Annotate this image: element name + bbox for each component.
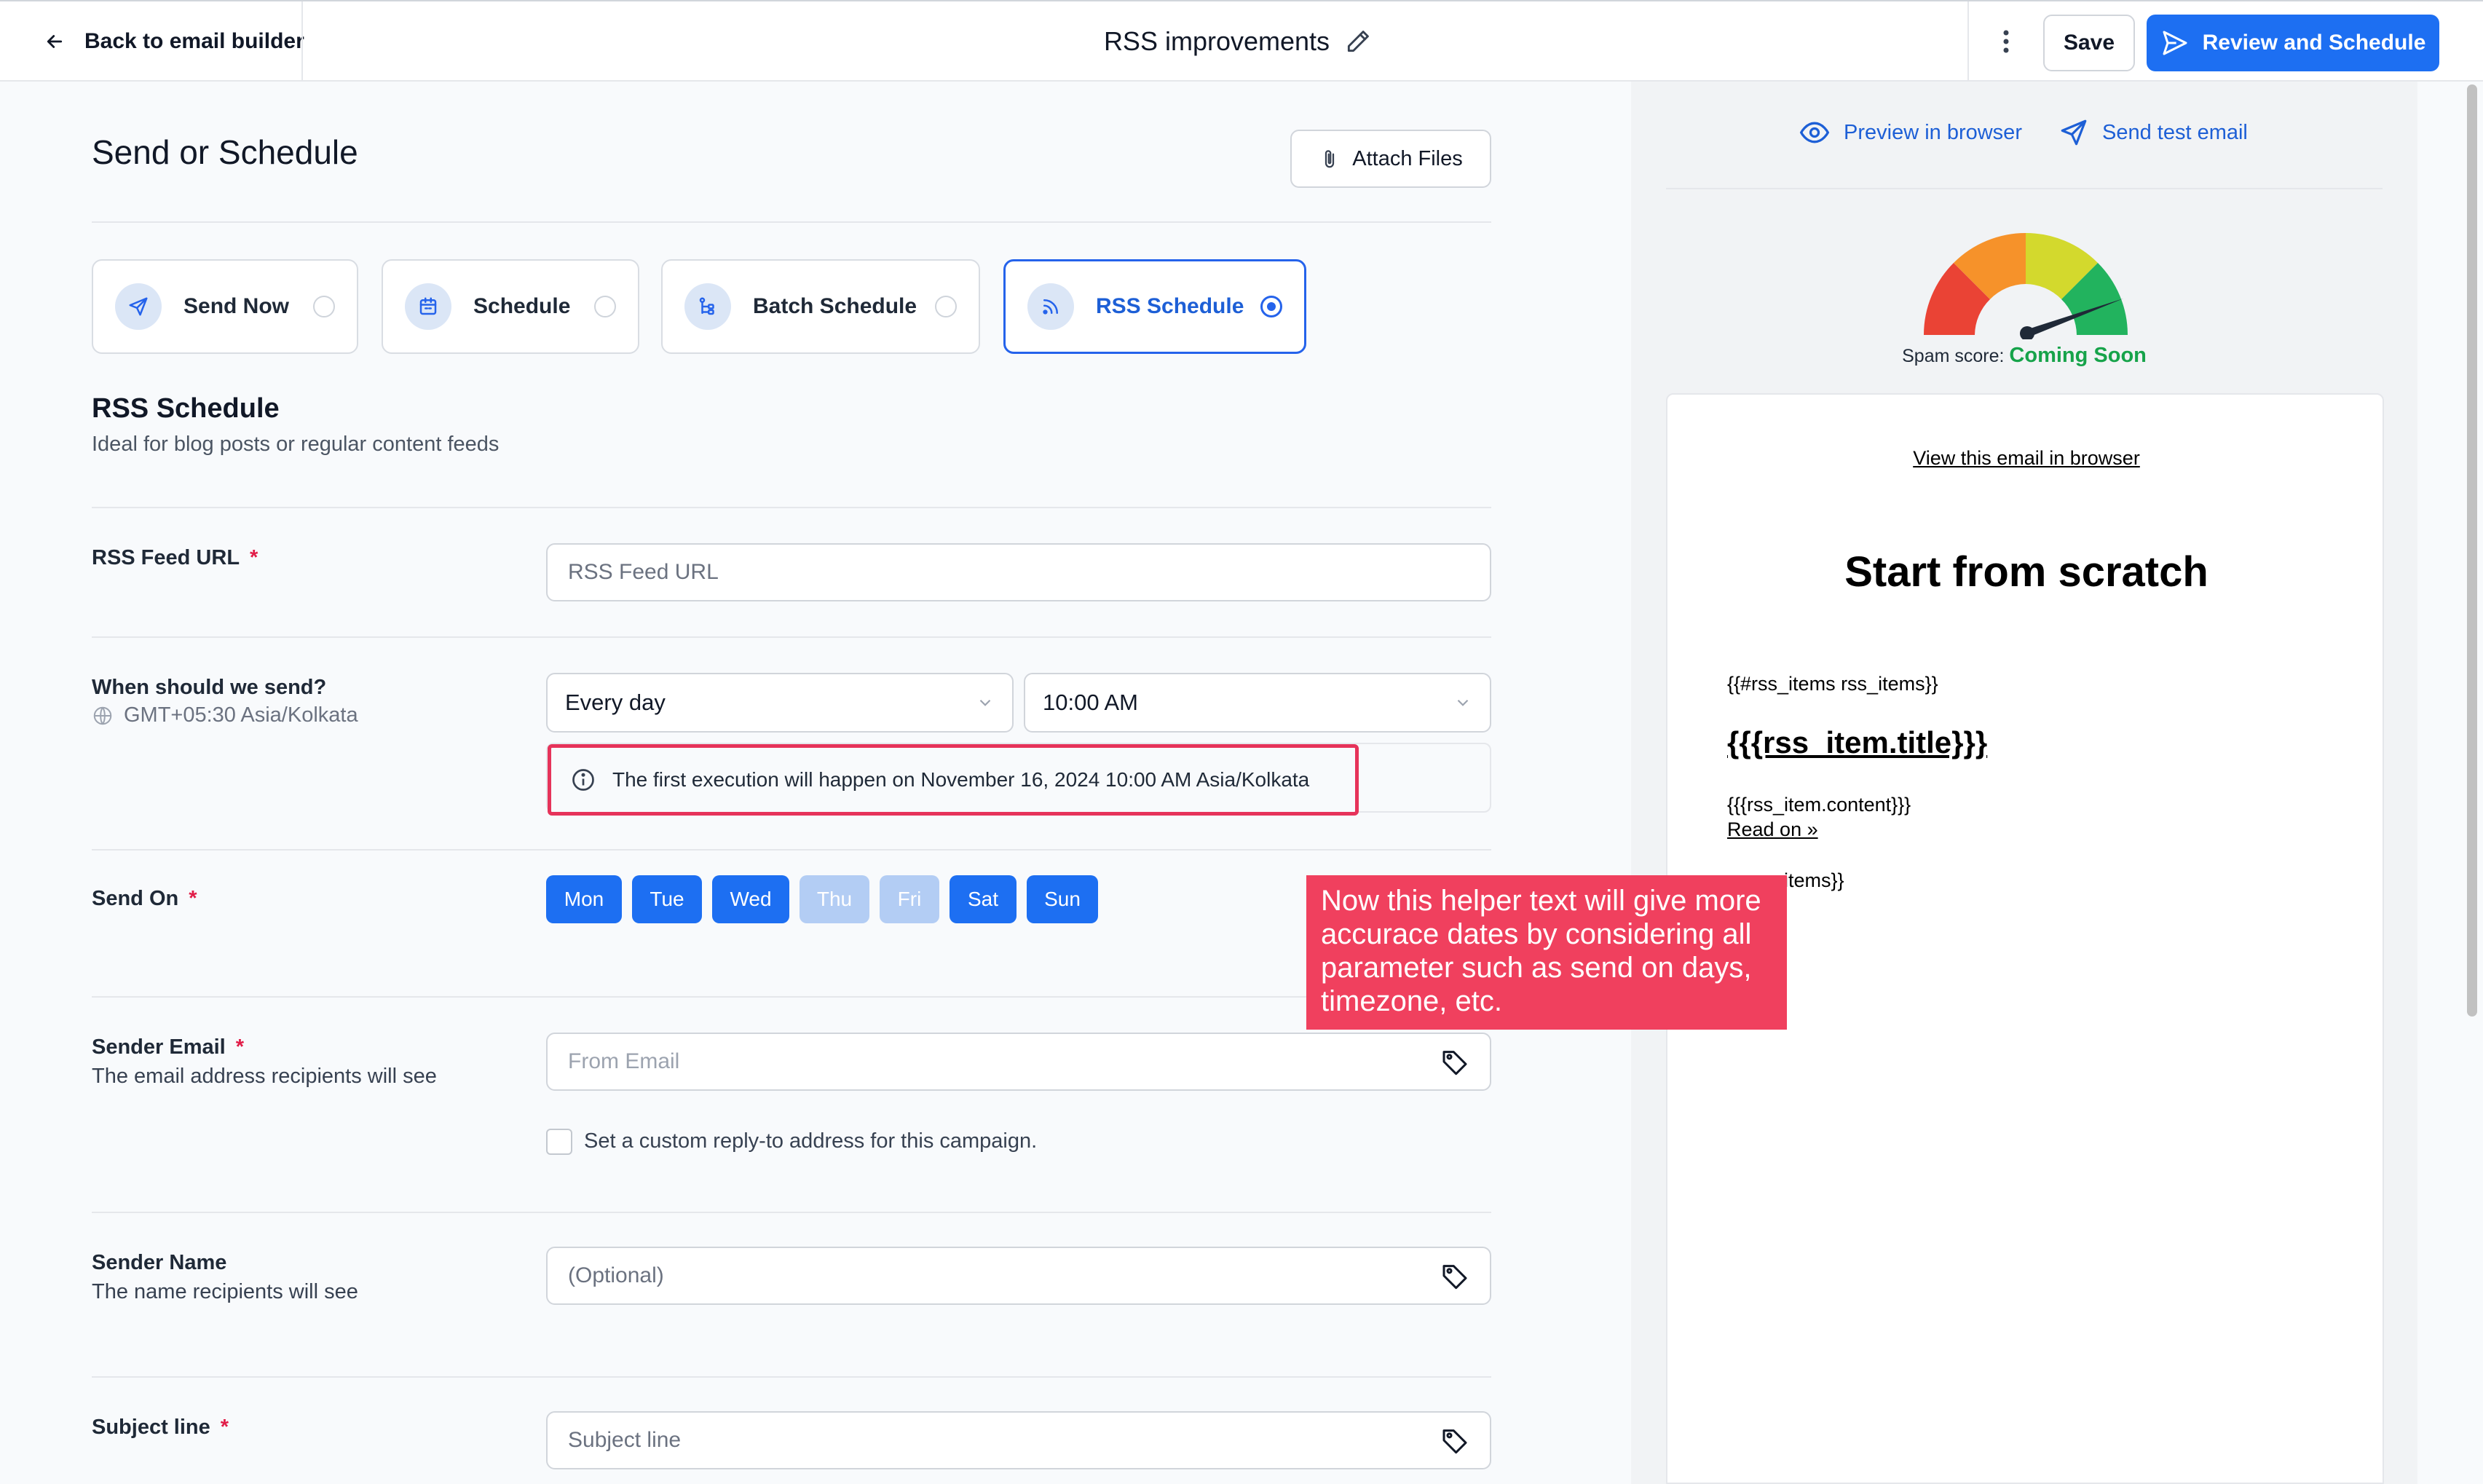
send-icon — [2058, 117, 2089, 148]
divider — [92, 1212, 1491, 1213]
campaign-title[interactable]: RSS improvements — [1019, 1, 1456, 82]
save-button[interactable]: Save — [2043, 15, 2135, 71]
rss-items-open: {{#rss_items rss_items}} — [1727, 673, 1938, 695]
globe-icon — [92, 705, 114, 727]
reply-to-checkbox[interactable] — [546, 1129, 572, 1155]
option-batch-schedule[interactable]: Batch Schedule — [661, 259, 980, 354]
send-test-email-link[interactable]: Send test email — [2058, 117, 2248, 148]
back-label: Back to email builder — [84, 29, 304, 53]
option-label: Send Now — [183, 294, 290, 318]
read-on-link[interactable]: Read on » — [1727, 818, 1818, 841]
subject-input[interactable]: Subject line — [546, 1411, 1491, 1469]
option-label: Schedule — [473, 294, 571, 318]
divider — [92, 221, 1491, 223]
when-label: When should we send? — [92, 676, 327, 699]
placeholder: (Optional) — [568, 1263, 664, 1287]
tag-icon[interactable] — [1440, 1426, 1469, 1455]
top-bar: Back to email builder RSS improvements S… — [0, 0, 2483, 82]
radio-button[interactable] — [313, 296, 335, 317]
divider — [92, 636, 1491, 638]
campaign-title-text: RSS improvements — [1103, 26, 1330, 56]
day-sun[interactable]: Sun — [1027, 875, 1098, 923]
divider — [301, 1, 303, 82]
placeholder: Subject line — [568, 1428, 682, 1452]
attach-files-button[interactable]: Attach Files — [1290, 130, 1491, 188]
reply-to-label: Set a custom reply-to address for this c… — [584, 1129, 1038, 1153]
placeholder: RSS Feed URL — [568, 560, 719, 584]
rss-feed-url-input[interactable]: RSS Feed URL — [546, 543, 1491, 601]
back-to-builder-link[interactable]: Back to email builder — [44, 1, 304, 82]
frequency-select[interactable]: Every day — [546, 673, 1014, 733]
rss-item-title[interactable]: {{{rss_item.title}}} — [1727, 725, 1987, 760]
divider — [1666, 188, 2383, 189]
sender-name-label: Sender Name — [92, 1251, 227, 1274]
info-icon — [570, 767, 596, 793]
sender-name-help: The name recipients will see — [92, 1280, 358, 1303]
sender-email-label: Sender Email * — [92, 1035, 245, 1059]
preview-in-browser-link[interactable]: Preview in browser — [1799, 117, 2022, 149]
option-schedule[interactable]: Schedule — [382, 259, 639, 354]
spam-score-gauge — [1916, 230, 2135, 343]
review-and-schedule-button[interactable]: Review and Schedule — [2147, 15, 2439, 71]
pencil-icon[interactable] — [1344, 28, 1372, 55]
section-title: RSS Schedule — [92, 393, 280, 424]
option-label: RSS Schedule — [1096, 294, 1244, 318]
radio-button[interactable] — [935, 296, 957, 317]
paperclip-icon — [1319, 146, 1341, 171]
review-label: Review and Schedule — [2202, 31, 2426, 55]
divider — [92, 996, 1491, 998]
divider — [92, 507, 1491, 508]
sender-name-input[interactable]: (Optional) — [546, 1247, 1491, 1305]
preview-actions: Preview in browser Send test email — [1799, 117, 2248, 149]
chevron-down-icon — [1453, 693, 1472, 712]
attach-label: Attach Files — [1352, 146, 1463, 170]
send-icon — [115, 283, 162, 330]
day-fri[interactable]: Fri — [880, 875, 939, 923]
arrow-left-icon — [44, 31, 66, 52]
placeholder: From Email — [568, 1049, 680, 1073]
frequency-value: Every day — [565, 690, 666, 715]
view-in-browser-link[interactable]: View this email in browser — [1667, 447, 2385, 470]
divider — [92, 849, 1491, 850]
sender-email-input[interactable]: From Email — [546, 1033, 1491, 1091]
chevron-down-icon — [976, 693, 995, 712]
section-subtitle: Ideal for blog posts or regular content … — [92, 433, 500, 456]
divider — [1967, 1, 1969, 82]
rss-feed-url-label: RSS Feed URL * — [92, 546, 258, 569]
tag-icon[interactable] — [1440, 1261, 1469, 1290]
timezone-label: GMT+05:30 Asia/Kolkata — [92, 703, 358, 727]
page-title: Send or Schedule — [92, 133, 358, 171]
day-selector: Mon Tue Wed Thu Fri Sat Sun — [546, 875, 1098, 923]
send-icon — [2160, 28, 2190, 58]
divider — [92, 1376, 1491, 1378]
eye-icon — [1799, 117, 1831, 149]
day-sat[interactable]: Sat — [950, 875, 1017, 923]
email-heading: Start from scratch — [1844, 548, 2208, 596]
annotation-callout: Now this helper text will give more accu… — [1306, 875, 1787, 1030]
time-select[interactable]: 10:00 AM — [1024, 673, 1491, 733]
day-wed[interactable]: Wed — [712, 875, 789, 923]
subject-label: Subject line * — [92, 1416, 229, 1439]
day-mon[interactable]: Mon — [546, 875, 622, 923]
rss-items-close: items}} — [1784, 869, 1844, 891]
option-label: Batch Schedule — [753, 294, 917, 318]
spam-score: Spam score: Coming Soon — [1902, 344, 2147, 367]
option-send-now[interactable]: Send Now — [92, 259, 358, 354]
tag-icon[interactable] — [1440, 1047, 1469, 1076]
rss-icon — [1027, 283, 1074, 330]
radio-button-selected[interactable] — [1260, 296, 1282, 317]
sender-email-help: The email address recipients will see — [92, 1065, 437, 1088]
day-thu[interactable]: Thu — [800, 875, 869, 923]
send-on-label: Send On * — [92, 887, 197, 910]
option-rss-schedule[interactable]: RSS Schedule — [1003, 259, 1306, 354]
day-tue[interactable]: Tue — [632, 875, 702, 923]
batch-icon — [684, 283, 731, 330]
radio-button[interactable] — [594, 296, 616, 317]
calendar-icon — [405, 283, 451, 330]
more-options-icon[interactable] — [1988, 1, 2024, 82]
scrollbar[interactable] — [2467, 84, 2477, 1017]
rss-item-content: {{{rss_item.content}}} — [1727, 794, 1911, 816]
time-value: 10:00 AM — [1043, 690, 1138, 715]
execution-helper-text: The first execution will happen on Novem… — [548, 744, 1359, 816]
